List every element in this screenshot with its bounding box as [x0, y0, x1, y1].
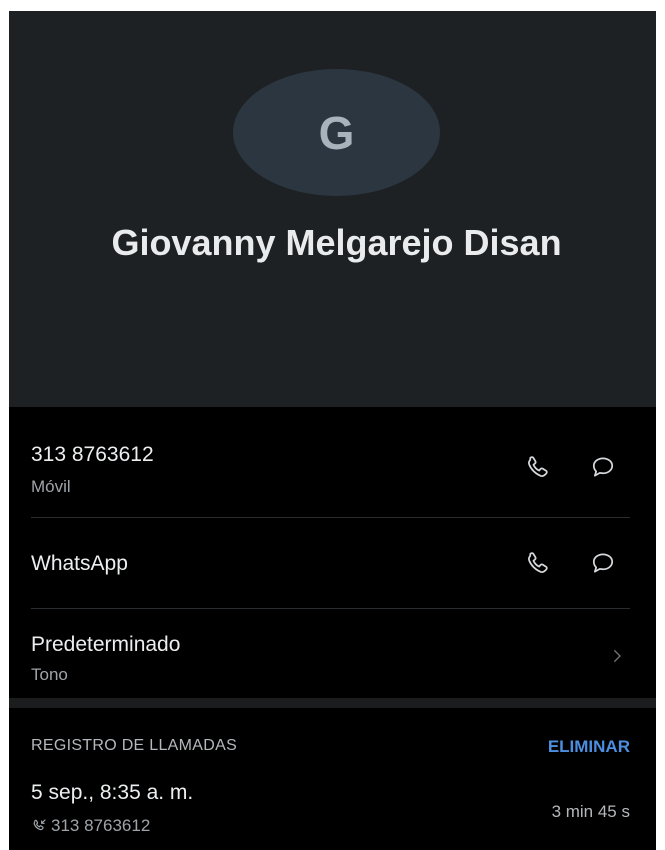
ringtone-row[interactable]: Predeterminado Tono: [9, 609, 656, 698]
avatar: G: [233, 69, 440, 196]
phone-number: 313 8763612: [31, 443, 154, 466]
delete-call-log-button[interactable]: ELIMINAR: [548, 737, 630, 757]
chevron-right-icon: [605, 639, 629, 673]
ringtone-sublabel: Tono: [31, 665, 68, 684]
contact-detail-screen: G Giovanny Melgarejo Disan 313 8763612 M…: [9, 11, 656, 850]
whatsapp-row[interactable]: WhatsApp: [9, 519, 656, 609]
contact-name: Giovanny Melgarejo Disan: [111, 222, 562, 263]
avatar-letter: G: [318, 106, 355, 159]
whatsapp-label: WhatsApp: [31, 552, 128, 575]
call-date: 5 sep., 8:35 a. m.: [31, 781, 194, 804]
call-log-title: REGISTRO DE LLAMADAS: [31, 737, 238, 754]
phone-icon[interactable]: [521, 546, 555, 580]
contact-header: G Giovanny Melgarejo Disan: [9, 11, 656, 407]
call-number-line: 313 8763612: [31, 816, 150, 836]
call-duration: 3 min 45 s: [551, 802, 630, 821]
row-divider: [31, 517, 630, 518]
incoming-call-icon: [31, 818, 47, 834]
message-bubble-icon[interactable]: [586, 546, 620, 580]
section-separator: [9, 698, 656, 708]
phone-type: Móvil: [31, 477, 71, 496]
phone-number-row[interactable]: 313 8763612 Móvil: [9, 407, 656, 518]
call-number: 313 8763612: [51, 816, 151, 835]
phone-icon[interactable]: [521, 450, 555, 484]
message-bubble-icon[interactable]: [586, 450, 620, 484]
ringtone-name: Predeterminado: [31, 633, 181, 656]
